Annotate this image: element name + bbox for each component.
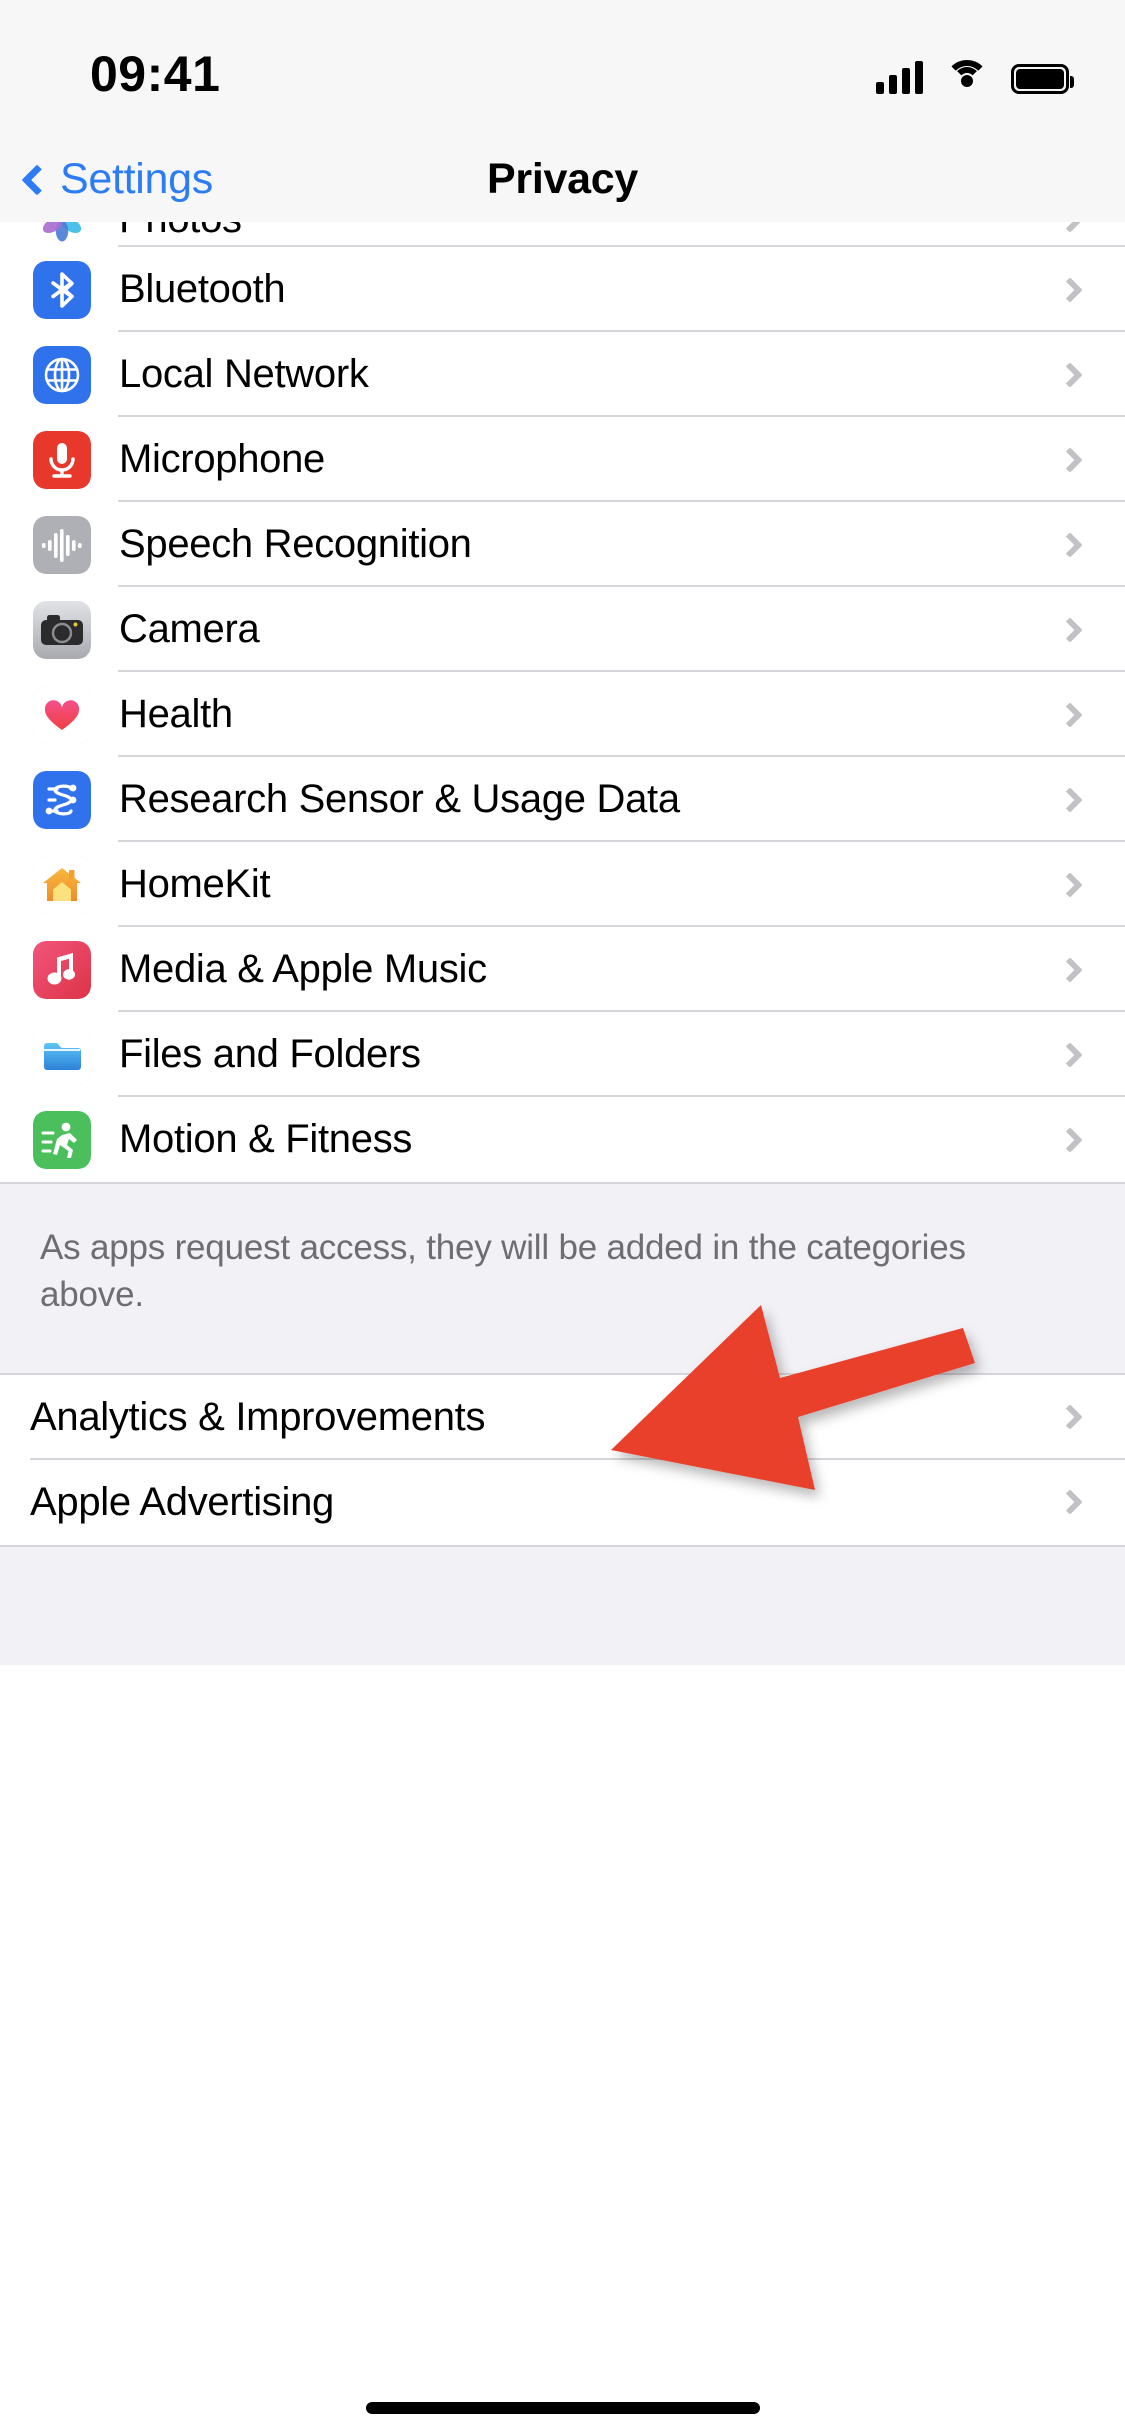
files-folder-icon	[33, 1025, 91, 1084]
photos-icon	[33, 222, 91, 249]
chevron-right-icon	[1057, 1126, 1083, 1153]
settings-row-label: Microphone	[119, 437, 326, 481]
settings-row-label: Photos	[119, 222, 242, 242]
settings-row-photos[interactable]: Photos	[0, 222, 1125, 249]
settings-row-label: Health	[119, 692, 233, 736]
settings-row-microphone[interactable]: Microphone	[0, 417, 1125, 502]
chevron-right-icon	[1057, 701, 1083, 728]
apple-music-icon	[33, 940, 91, 999]
chevron-right-icon	[1057, 871, 1083, 898]
motion-fitness-icon	[33, 1110, 91, 1169]
homekit-house-icon	[33, 855, 91, 914]
settings-row-apple-advertising[interactable]: Apple Advertising	[0, 1459, 1125, 1545]
privacy-secondary-group: Analytics & Improvements Apple Advertisi…	[0, 1374, 1125, 1545]
settings-row-speech-recognition[interactable]: Speech Recognition	[0, 502, 1125, 587]
settings-row-bluetooth[interactable]: Bluetooth	[0, 247, 1125, 332]
settings-row-media-apple-music[interactable]: Media & Apple Music	[0, 927, 1125, 1012]
settings-row-motion-fitness[interactable]: Motion & Fitness	[0, 1097, 1125, 1182]
home-indicator-bar[interactable]	[365, 2402, 760, 2414]
speech-recognition-icon	[33, 515, 91, 574]
local-network-icon	[33, 345, 91, 404]
settings-row-analytics-improvements[interactable]: Analytics & Improvements	[0, 1374, 1125, 1460]
privacy-footer-note: As apps request access, they will be add…	[0, 1182, 1125, 1375]
settings-row-label: Apple Advertising	[30, 1479, 334, 1524]
microphone-icon	[33, 430, 91, 489]
settings-row-label: Files and Folders	[119, 1032, 421, 1076]
settings-row-label: Research Sensor & Usage Data	[119, 777, 680, 821]
chevron-right-icon	[1057, 361, 1083, 388]
chevron-right-icon	[1057, 786, 1083, 813]
chevron-right-icon	[1057, 531, 1083, 558]
chevron-right-icon	[1057, 446, 1083, 473]
settings-row-label: Analytics & Improvements	[30, 1394, 486, 1439]
chevron-right-icon	[1057, 222, 1083, 233]
bluetooth-icon	[33, 260, 91, 319]
privacy-permissions-group: Photos Bluetooth	[0, 222, 1125, 1182]
back-button[interactable]: Settings	[21, 154, 213, 204]
navigation-bar: Privacy Settings	[0, 136, 1125, 222]
settings-row-local-network[interactable]: Local Network	[0, 332, 1125, 417]
status-bar-indicators	[876, 60, 1074, 94]
chevron-left-icon	[21, 163, 53, 196]
settings-row-label: Motion & Fitness	[119, 1117, 413, 1161]
battery-full-icon	[1011, 64, 1074, 94]
settings-row-label: Camera	[119, 607, 260, 651]
chevron-right-icon	[1057, 1489, 1083, 1515]
footer-note-text: As apps request access, they will be add…	[40, 1228, 966, 1315]
status-bar: 09:41	[0, 0, 1125, 136]
list-bottom-spacer	[0, 1544, 1125, 1665]
settings-row-label: Local Network	[119, 352, 369, 396]
camera-icon	[33, 600, 91, 659]
chevron-right-icon	[1057, 1404, 1083, 1430]
chevron-right-icon	[1057, 956, 1083, 983]
signal-bars-icon	[876, 60, 923, 94]
chevron-right-icon	[1057, 1041, 1083, 1068]
settings-row-label: Speech Recognition	[119, 522, 472, 566]
settings-scroll-view[interactable]: Photos Bluetooth	[0, 222, 1125, 2236]
settings-row-health[interactable]: Health	[0, 672, 1125, 757]
settings-row-research-sensor[interactable]: Research Sensor & Usage Data	[0, 757, 1125, 842]
settings-row-homekit[interactable]: HomeKit	[0, 842, 1125, 927]
chevron-right-icon	[1057, 616, 1083, 643]
settings-row-files-and-folders[interactable]: Files and Folders	[0, 1012, 1125, 1097]
research-sensor-icon	[33, 770, 91, 829]
back-button-label: Settings	[60, 154, 213, 203]
wifi-icon	[945, 60, 989, 94]
settings-row-label: HomeKit	[119, 862, 271, 906]
settings-row-camera[interactable]: Camera	[0, 587, 1125, 672]
health-heart-icon	[33, 685, 91, 744]
status-bar-time: 09:41	[90, 46, 221, 102]
chevron-right-icon	[1057, 276, 1083, 303]
settings-row-label: Bluetooth	[119, 267, 286, 311]
settings-row-label: Media & Apple Music	[119, 947, 487, 991]
